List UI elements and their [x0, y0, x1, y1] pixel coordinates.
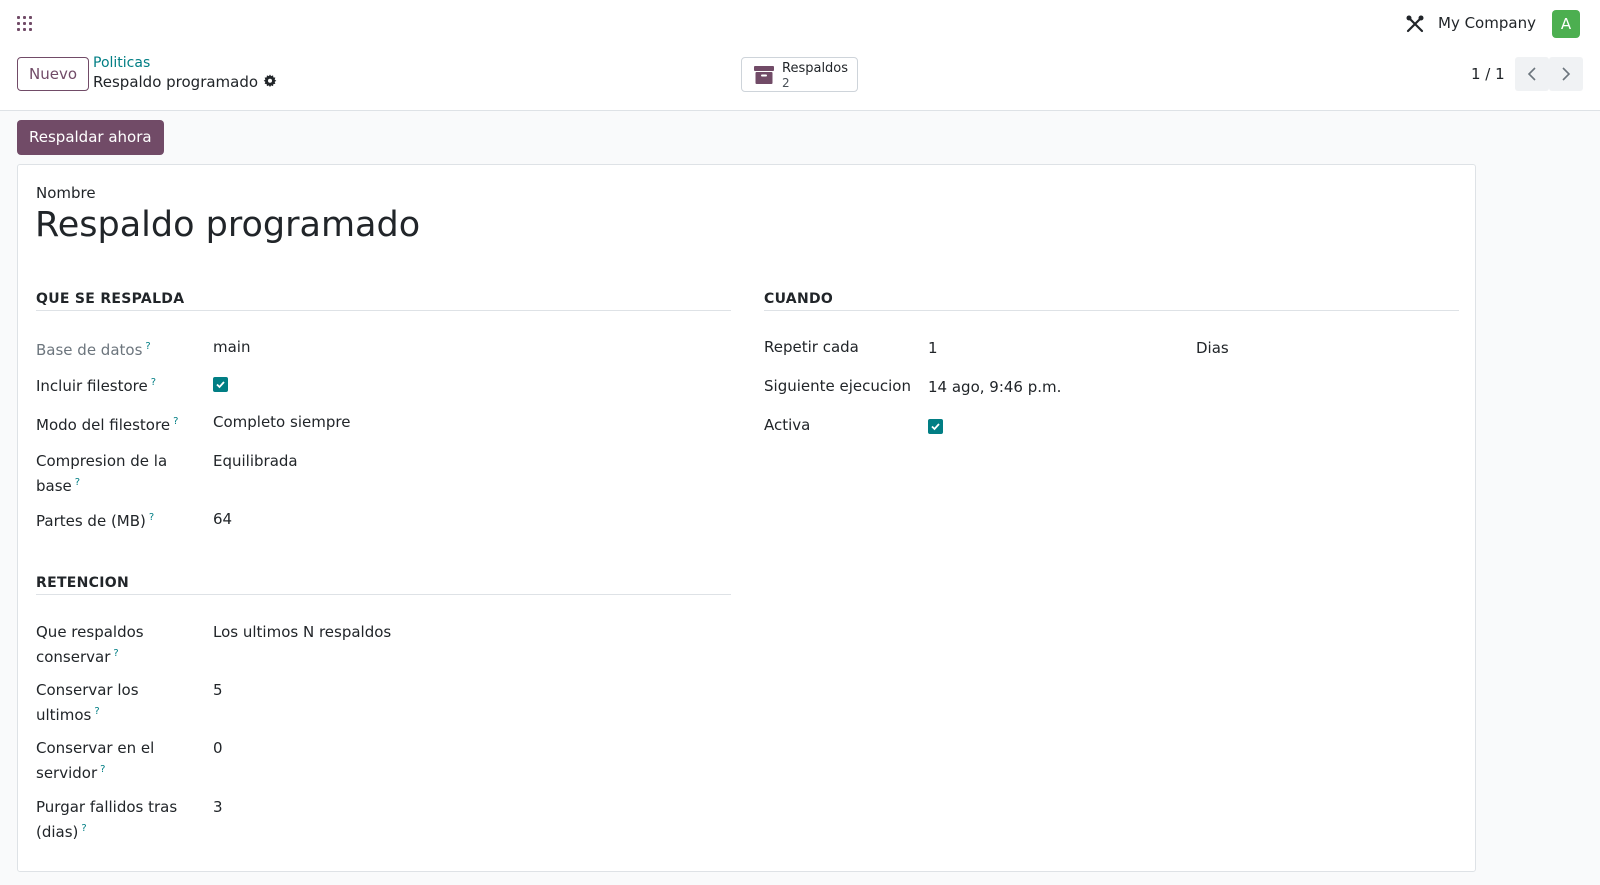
- group-divider: [764, 310, 1459, 311]
- field-label-keep-server: Conservar en el servidor?: [36, 739, 155, 782]
- control-panel: Nuevo Politicas Respaldo programado Resp…: [0, 46, 1600, 111]
- apps-menu-icon[interactable]: [17, 16, 32, 31]
- pager-next-button[interactable]: [1549, 57, 1583, 91]
- field-label-purge: Purgar fallidos tras (dias)?: [36, 798, 178, 841]
- name-field[interactable]: Respaldo programado: [35, 205, 420, 245]
- active-checkbox[interactable]: [928, 419, 943, 434]
- field-label-parts: Partes de (MB)?: [36, 512, 155, 530]
- backup-now-button[interactable]: Respaldar ahora: [17, 120, 164, 155]
- group-title-retention: RETENCION: [36, 575, 129, 591]
- group-title-when: CUANDO: [764, 291, 834, 307]
- repeat-interval-field[interactable]: 1: [928, 339, 938, 357]
- field-label-filestore: Incluir filestore?: [36, 377, 157, 395]
- pager-value[interactable]: 1 / 1: [1471, 65, 1505, 83]
- smart-button-label: Respaldos: [782, 61, 849, 76]
- backups-smart-button[interactable]: Respaldos 2: [741, 57, 858, 92]
- chevron-right-icon: [1562, 67, 1571, 81]
- form-sheet: Nombre Respaldo programado QUE SE RESPAL…: [17, 164, 1476, 872]
- pager-previous-button[interactable]: [1515, 57, 1549, 91]
- help-icon[interactable]: ?: [81, 823, 86, 834]
- include-filestore-checkbox[interactable]: [213, 377, 228, 392]
- breadcrumb-current: Respaldo programado: [93, 73, 259, 91]
- group-divider: [36, 594, 731, 595]
- breadcrumb-parent-link[interactable]: Politicas: [93, 55, 150, 71]
- field-label-repeat: Repetir cada: [764, 338, 859, 356]
- field-label-active: Activa: [764, 416, 811, 434]
- parts-field[interactable]: 64: [213, 510, 232, 528]
- field-label-keep-policy: Que respaldos conservar?: [36, 623, 144, 666]
- keep-policy-field[interactable]: Los ultimos N respaldos: [213, 623, 391, 641]
- check-icon: [931, 423, 940, 431]
- help-icon[interactable]: ?: [173, 416, 178, 427]
- repeat-unit-field[interactable]: Dias: [1196, 339, 1229, 357]
- chevron-left-icon: [1527, 67, 1536, 81]
- next-run-field[interactable]: 14 ago, 9:46 p.m.: [928, 378, 1061, 396]
- purge-days-field[interactable]: 3: [213, 798, 223, 816]
- user-avatar[interactable]: A: [1552, 10, 1580, 38]
- database-field[interactable]: main: [213, 338, 250, 356]
- compression-field[interactable]: Equilibrada: [213, 452, 298, 470]
- top-navbar: My Company A: [0, 0, 1600, 46]
- field-label-database: Base de datos?: [36, 341, 151, 359]
- keep-last-field[interactable]: 5: [213, 681, 223, 699]
- group-title-what: QUE SE RESPALDA: [36, 291, 185, 307]
- archive-icon: [754, 66, 774, 84]
- keep-server-field[interactable]: 0: [213, 739, 223, 757]
- filestore-mode-field[interactable]: Completo siempre: [213, 413, 350, 431]
- new-button[interactable]: Nuevo: [17, 57, 90, 91]
- help-icon[interactable]: ?: [149, 512, 154, 523]
- gear-icon[interactable]: [263, 74, 277, 88]
- field-label-filestore-mode: Modo del filestore?: [36, 416, 179, 434]
- field-label-compression: Compresion de la base?: [36, 452, 168, 495]
- field-label-keep-last: Conservar los ultimos?: [36, 681, 139, 724]
- help-icon[interactable]: ?: [100, 764, 105, 775]
- name-label: Nombre: [36, 184, 96, 202]
- help-icon[interactable]: ?: [94, 706, 99, 717]
- smart-button-count: 2: [782, 76, 790, 90]
- help-icon[interactable]: ?: [151, 377, 156, 388]
- company-switcher[interactable]: My Company: [1438, 14, 1536, 32]
- check-icon: [216, 381, 225, 389]
- help-icon[interactable]: ?: [113, 648, 118, 659]
- debug-tools-icon[interactable]: [1405, 14, 1425, 34]
- field-label-next-run: Siguiente ejecucion: [764, 377, 911, 395]
- group-divider: [36, 310, 731, 311]
- help-icon[interactable]: ?: [75, 477, 80, 488]
- help-icon[interactable]: ?: [145, 341, 150, 352]
